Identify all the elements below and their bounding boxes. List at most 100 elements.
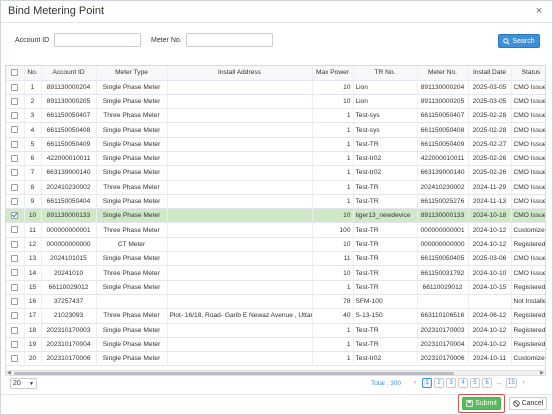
meter-type-cell: Single Phase Meter (96, 137, 168, 152)
table-row[interactable]: 19 202310170004 Single Phase Meter 1 Test-TR… (6, 337, 545, 353)
column-header[interactable]: Account ID (41, 66, 97, 81)
page-button[interactable]: 6 (482, 378, 492, 388)
column-header[interactable]: Max Power (312, 66, 354, 81)
scroll-thumb[interactable] (14, 372, 454, 375)
row-select-cell[interactable] (6, 237, 25, 253)
table-row[interactable]: 11 000000000001 Three Phase Meter 100 Test-T… (6, 222, 545, 238)
row-checkbox[interactable] (11, 297, 19, 305)
row-select-cell[interactable] (6, 122, 25, 138)
table-row[interactable]: 4 661150050408 Single Phase Meter 1 Test-sys… (6, 122, 545, 138)
table-row[interactable]: 17 21023093 Three Phase Meter Plot- 16/18, … (6, 308, 545, 324)
install-address-cell (167, 137, 313, 152)
table-row[interactable]: 10 891130000133 Single Phase Meter 10 tiger1… (6, 208, 545, 224)
column-header[interactable]: Install Date (468, 66, 512, 81)
row-checkbox[interactable] (11, 283, 19, 291)
table-row[interactable]: 20 202310170006 Single Phase Meter 1 Test-tr… (6, 351, 545, 367)
prev-page-button[interactable]: ‹ (410, 378, 420, 388)
column-header[interactable]: Install Address (167, 66, 313, 81)
row-checkbox[interactable] (11, 197, 19, 205)
meter-no-cell: 66110029012 (417, 280, 469, 295)
row-select-cell[interactable] (6, 165, 25, 181)
meter-no-input[interactable] (186, 33, 273, 47)
row-checkbox[interactable] (11, 355, 19, 363)
row-select-cell[interactable] (6, 108, 25, 124)
page-button[interactable]: 2 (434, 378, 444, 388)
row-select-cell[interactable] (6, 280, 25, 295)
row-select-cell[interactable] (6, 251, 25, 267)
table-row[interactable]: 5 661150050409 Single Phase Meter 1 Test-TR 6… (6, 137, 545, 152)
scroll-left-icon[interactable]: ◀ (7, 370, 11, 376)
row-checkbox[interactable] (11, 97, 19, 105)
row-select-cell[interactable] (6, 337, 25, 353)
page-button[interactable]: 4 (458, 378, 468, 388)
meter-no-cell (417, 294, 469, 310)
column-header[interactable]: Meter Type (96, 66, 168, 81)
row-select-cell[interactable] (6, 208, 25, 224)
row-select-cell[interactable] (6, 80, 25, 95)
table-row[interactable]: 18 202310170003 Single Phase Meter 1 Test-TR… (6, 323, 545, 338)
page-button[interactable]: 3 (446, 378, 456, 388)
table-row[interactable]: 7 663139000140 Single Phase Meter 1 Test-tr0… (6, 165, 545, 181)
row-number: 18 (24, 323, 42, 338)
row-checkbox[interactable] (11, 83, 19, 91)
table-row[interactable]: 6 422000010011 Single Phase Meter 1 Test-tr0… (6, 151, 545, 167)
search-button[interactable]: Search (498, 34, 540, 48)
meter-type-cell: Single Phase Meter (96, 280, 168, 295)
row-checkbox[interactable] (11, 240, 19, 248)
horizontal-scrollbar[interactable]: ◀ ▶ (5, 370, 546, 376)
install-date-cell: 2025-03-05 (468, 80, 512, 95)
column-header[interactable]: TR No. (353, 66, 418, 81)
cancel-button[interactable]: Cancel (509, 397, 547, 410)
tr-no-cell: Test-tr02 (353, 151, 418, 167)
column-header[interactable]: Status (511, 66, 545, 81)
table-row[interactable]: 2 891130000205 Single Phase Meter 10 Lion 891… (6, 94, 545, 110)
column-header[interactable]: Meter No. (417, 66, 469, 81)
row-select-cell[interactable] (6, 222, 25, 238)
row-checkbox[interactable] (11, 140, 19, 148)
page-button[interactable]: 15 (506, 378, 517, 388)
row-checkbox[interactable] (11, 112, 19, 120)
row-checkbox[interactable] (11, 255, 19, 263)
row-checkbox[interactable] (11, 183, 19, 191)
row-checkbox[interactable] (11, 212, 19, 220)
row-select-cell[interactable] (6, 308, 25, 324)
scroll-right-icon[interactable]: ▶ (540, 370, 544, 376)
table-row[interactable]: 1 891130000204 Single Phase Meter 10 Lion 891… (6, 80, 545, 95)
row-checkbox[interactable] (11, 326, 19, 334)
account-id-input[interactable] (54, 33, 141, 47)
select-all-checkbox[interactable] (11, 69, 19, 77)
table-row[interactable]: 9 661150050404 Single Phase Meter 1 Test-TR 6… (6, 194, 545, 210)
table-row[interactable]: 12 000000000000 CT Meter 10 Test-TR 000000000… (6, 237, 545, 253)
row-select-cell[interactable] (6, 351, 25, 367)
table-row[interactable]: 8 202410230002 Three Phase Meter 1 Test-TR 20… (6, 180, 545, 195)
page-button[interactable]: 5 (470, 378, 480, 388)
row-select-cell[interactable] (6, 151, 25, 167)
next-page-button[interactable]: › (519, 378, 529, 388)
max-power-cell: 40 (312, 308, 354, 324)
row-checkbox[interactable] (11, 340, 19, 348)
row-select-cell[interactable] (6, 265, 25, 281)
row-checkbox[interactable] (11, 169, 19, 177)
row-select-cell[interactable] (6, 180, 25, 195)
page-button[interactable]: 1 (422, 378, 432, 388)
row-select-cell[interactable] (6, 323, 25, 338)
row-select-cell[interactable] (6, 137, 25, 152)
row-checkbox[interactable] (11, 155, 19, 162)
row-checkbox[interactable] (11, 226, 19, 234)
submit-button[interactable]: Submit (462, 397, 501, 410)
table-row[interactable]: 14 20241010 Three Phase Meter 10 Test-TR 6611… (6, 265, 545, 281)
close-icon[interactable]: × (533, 5, 545, 17)
row-select-cell[interactable] (6, 294, 25, 310)
page-size-select[interactable]: 20 ▼ (10, 378, 37, 389)
table-row[interactable]: 3 661150050407 Three Phase Meter 1 Test-sys 6… (6, 108, 545, 124)
row-select-cell[interactable] (6, 94, 25, 110)
table-row[interactable]: 1637257437 78SFM-100 Not Installed (6, 294, 545, 310)
column-header[interactable]: No. (24, 66, 42, 81)
select-all-header[interactable] (6, 66, 25, 81)
row-checkbox[interactable] (11, 269, 19, 277)
row-checkbox[interactable] (11, 312, 19, 320)
table-row[interactable]: 15 66110029012 Single Phase Meter 1 Test-TR 6… (6, 280, 545, 295)
row-checkbox[interactable] (11, 126, 19, 134)
table-row[interactable]: 13 2024101015 Single Phase Meter 11 Test-TR 6… (6, 251, 545, 267)
row-select-cell[interactable] (6, 194, 25, 210)
